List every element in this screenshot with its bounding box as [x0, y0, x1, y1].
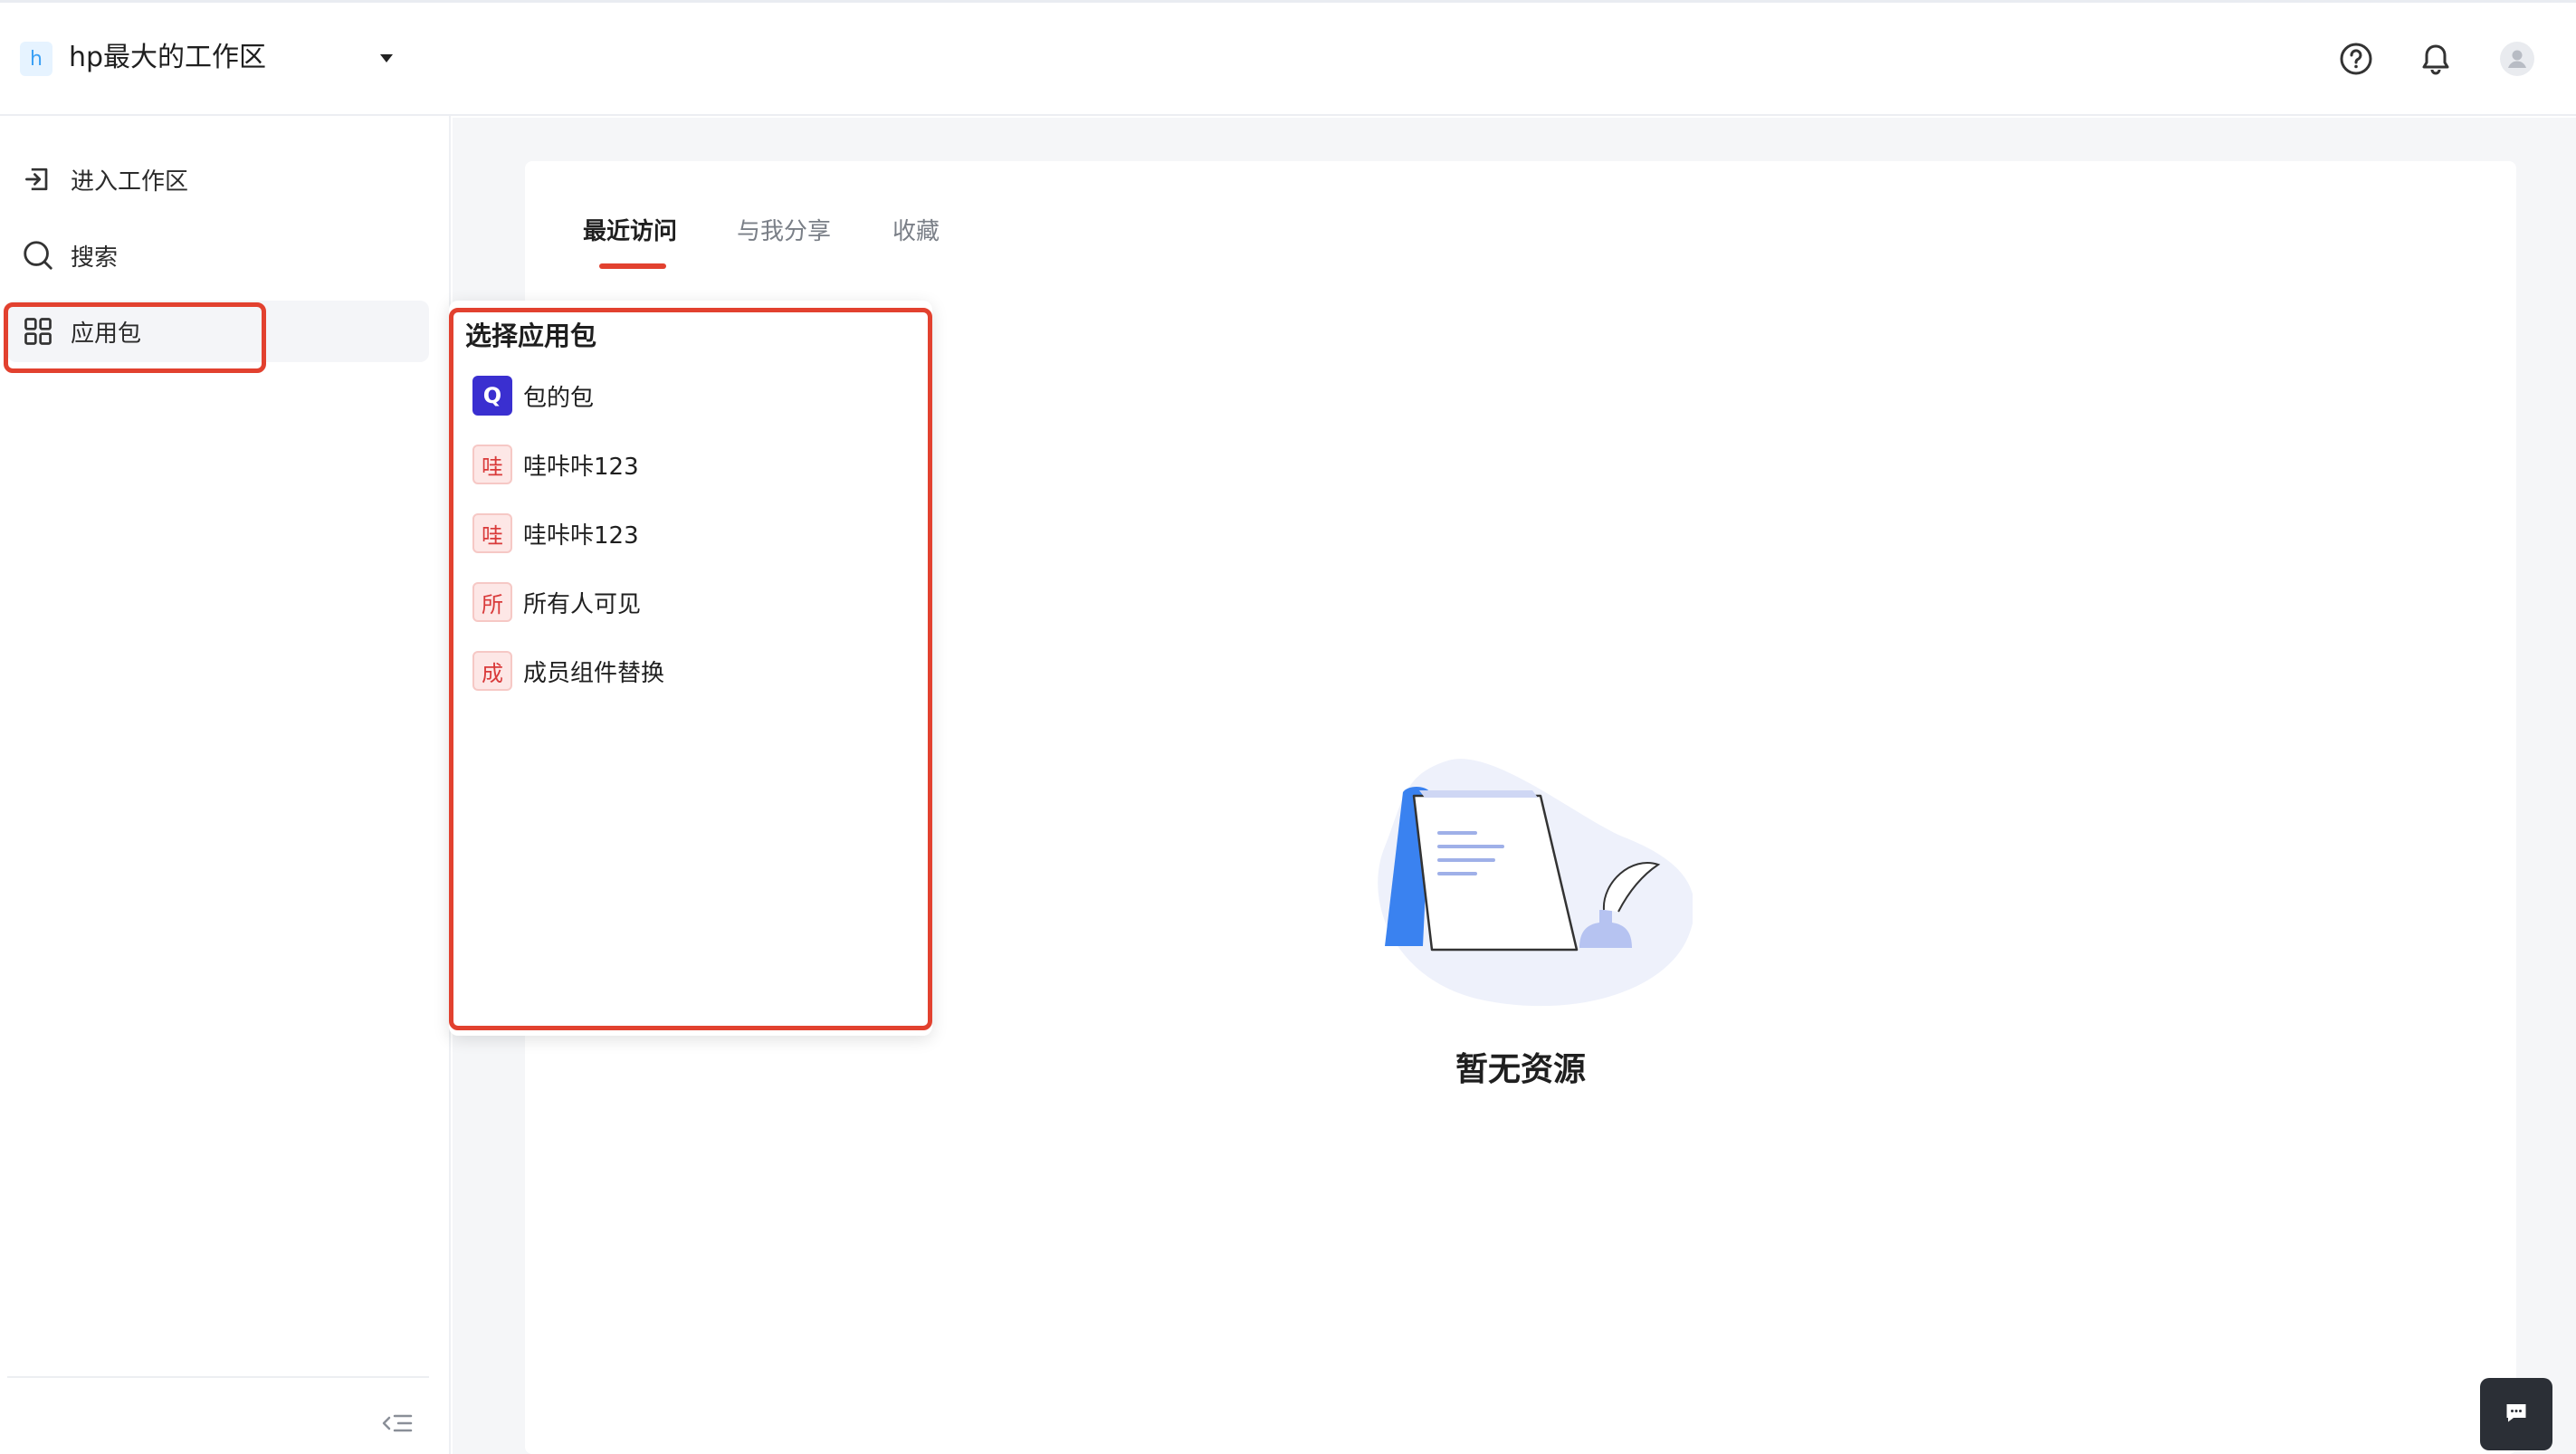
help-circle-icon[interactable] — [2337, 40, 2375, 78]
list-item[interactable]: 所 所有人可见 — [472, 581, 641, 623]
tab-favorites[interactable]: 收藏 — [892, 214, 940, 250]
package-label: 哇咔咔123 — [523, 453, 639, 481]
collapse-sidebar-icon[interactable] — [380, 1407, 416, 1440]
list-item[interactable]: 哇 哇咔咔123 — [472, 512, 639, 554]
package-badge: 哇 — [472, 445, 512, 484]
sidebar-item-app-packages[interactable]: 应用包 — [7, 301, 429, 362]
sidebar-item-label: 进入工作区 — [71, 167, 189, 196]
chat-button[interactable] — [2480, 1378, 2552, 1450]
chat-bubble-icon — [2503, 1399, 2530, 1430]
user-avatar-icon[interactable] — [2498, 40, 2536, 78]
top-divider — [0, 0, 2576, 3]
sidebar-item-label: 应用包 — [71, 320, 142, 348]
sidebar-item-label: 搜索 — [71, 244, 119, 272]
top-bar: h hp最大的工作区 — [0, 0, 2576, 116]
package-badge: 哇 — [472, 513, 512, 553]
package-badge: 成 — [472, 651, 512, 691]
workspace-badge[interactable]: h — [20, 42, 52, 76]
popover-title: 选择应用包 — [465, 320, 597, 351]
list-item[interactable]: Q 包的包 — [472, 375, 594, 416]
empty-state-illustration — [1349, 738, 1695, 1009]
package-label: 成员组件替换 — [523, 659, 665, 687]
tab-recent[interactable]: 最近访问 — [583, 214, 677, 250]
empty-state-text: 暂无资源 — [1455, 1051, 1586, 1088]
sidebar: 进入工作区 搜索 应用包 — [0, 116, 451, 1454]
workspace-dropdown-caret-icon[interactable] — [380, 54, 393, 62]
search-icon — [20, 237, 56, 273]
package-label: 包的包 — [523, 384, 595, 412]
sidebar-item-search[interactable]: 搜索 — [7, 225, 429, 286]
package-logo-icon: Q — [472, 376, 512, 416]
app-grid-icon — [20, 313, 56, 349]
tab-active-indicator — [599, 263, 666, 269]
sidebar-divider — [7, 1376, 429, 1378]
package-label: 哇咔咔123 — [523, 521, 639, 550]
list-item[interactable]: 哇 哇咔咔123 — [472, 444, 639, 485]
package-badge: 所 — [472, 582, 512, 622]
package-label: 所有人可见 — [523, 590, 642, 618]
bell-icon[interactable] — [2417, 40, 2455, 78]
enter-workspace-icon — [20, 161, 56, 197]
workspace-name[interactable]: hp最大的工作区 — [69, 40, 266, 76]
list-item[interactable]: 成 成员组件替换 — [472, 650, 664, 692]
tab-shared-with-me[interactable]: 与我分享 — [737, 214, 831, 250]
sidebar-item-enter-workspace[interactable]: 进入工作区 — [7, 148, 429, 210]
